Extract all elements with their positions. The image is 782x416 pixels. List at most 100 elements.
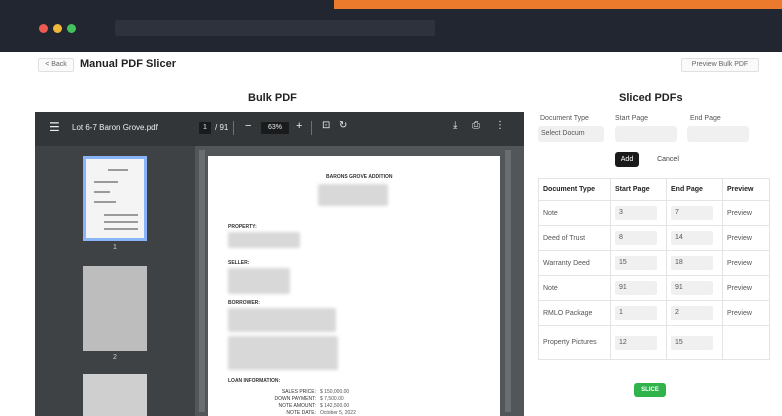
start-page-cell: 1 [610, 300, 667, 326]
table-row: Property Pictures 12 15 [538, 325, 770, 360]
accent-bar [334, 0, 782, 9]
pdf-loan-label: DOWN PAYMENT: [274, 396, 316, 402]
preview-link[interactable]: Preview [722, 250, 770, 276]
pdf-loan-label: NOTE DATE: [286, 410, 316, 416]
close-window-icon[interactable] [39, 24, 48, 33]
start-page-field[interactable]: 15 [615, 256, 657, 270]
start-page-field[interactable]: 8 [615, 231, 657, 245]
pdf-borrower-label: BORROWER: [228, 300, 260, 306]
toolbar-divider [233, 121, 234, 135]
document-type-cell: Deed of Trust [538, 225, 611, 251]
table-row: Note 91 91 Preview [538, 275, 770, 301]
page-count: / 91 [215, 123, 229, 132]
thumbnail-sidebar: 1 2 [35, 146, 195, 416]
document-type-cell: Note [538, 275, 611, 301]
sliced-pdfs-title: Sliced PDFs [619, 92, 683, 104]
minimize-window-icon[interactable] [53, 24, 62, 33]
redacted-text [318, 184, 388, 206]
thumb-line [104, 221, 138, 223]
pdf-viewer: ☰ Lot 6-7 Baron Grove.pdf 1 / 91 − 63% +… [35, 112, 524, 416]
fit-page-icon[interactable]: ⊡ [322, 120, 330, 131]
document-type-cell: Warranty Deed [538, 250, 611, 276]
more-options-icon[interactable]: ⋮ [495, 120, 505, 131]
pdf-loan-info-label: LOAN INFORMATION: [228, 378, 281, 384]
toolbar-divider [311, 121, 312, 135]
end-page-input[interactable] [687, 126, 749, 142]
start-page-label: Start Page [615, 115, 649, 122]
page-number-input[interactable]: 1 [199, 122, 211, 134]
menu-icon[interactable]: ☰ [49, 120, 60, 134]
end-page-label: End Page [690, 115, 721, 122]
start-page-field[interactable]: 12 [615, 335, 657, 350]
thumb-line [104, 228, 138, 230]
document-type-label: Document Type [540, 115, 589, 122]
pdf-loan-value: $ 150,000.00 [320, 389, 350, 395]
table-row: RMLO Package 1 2 Preview [538, 300, 770, 326]
preview-link[interactable]: Preview [722, 275, 770, 301]
end-page-field[interactable]: 14 [671, 231, 713, 245]
thumbnail-number: 1 [113, 244, 117, 251]
pdf-toolbar: ☰ Lot 6-7 Baron Grove.pdf 1 / 91 − 63% +… [35, 112, 524, 146]
zoom-input[interactable]: 63% [261, 122, 289, 134]
start-page-cell: 15 [610, 250, 667, 276]
column-header-end-page: End Page [666, 178, 723, 201]
maximize-window-icon[interactable] [67, 24, 76, 33]
back-button[interactable]: < Back [38, 58, 74, 72]
cancel-button[interactable]: Cancel [652, 152, 684, 167]
start-page-cell: 8 [610, 225, 667, 251]
slice-button[interactable]: SLICE [634, 383, 666, 397]
preview-link[interactable]: Preview [722, 300, 770, 326]
pdf-property-label: PROPERTY: [228, 224, 257, 230]
zoom-out-icon[interactable]: − [245, 120, 251, 132]
bulk-pdf-title: Bulk PDF [248, 92, 297, 104]
start-page-field[interactable]: 3 [615, 206, 657, 220]
column-header-document-type: Document Type [538, 178, 611, 201]
table-row: Deed of Trust 8 14 Preview [538, 225, 770, 251]
address-bar[interactable] [115, 20, 435, 36]
add-button[interactable]: Add [615, 152, 639, 167]
pdf-loan-label: NOTE AMOUNT: [278, 403, 316, 409]
start-page-input[interactable] [615, 126, 677, 142]
end-page-field[interactable]: 7 [671, 206, 713, 220]
document-scrollbar[interactable] [505, 150, 511, 412]
page-title: Manual PDF Slicer [80, 58, 176, 70]
browser-chrome [0, 0, 782, 52]
page-thumbnail[interactable] [83, 156, 147, 241]
end-page-field[interactable]: 91 [671, 281, 713, 295]
start-page-cell: 12 [610, 325, 667, 360]
end-page-field[interactable]: 15 [671, 335, 713, 350]
document-type-select[interactable]: Select Docum [538, 126, 604, 142]
preview-link[interactable]: Preview [722, 225, 770, 251]
column-header-preview: Preview [722, 178, 770, 201]
zoom-in-icon[interactable]: + [296, 120, 302, 132]
preview-link[interactable]: Preview [722, 200, 770, 226]
end-page-cell: 15 [666, 325, 723, 360]
sliced-pdfs-table: Document Type Start Page End Page Previe… [538, 178, 770, 360]
page-thumbnail[interactable] [83, 266, 147, 351]
download-icon[interactable]: ⤓ [453, 120, 457, 131]
end-page-cell: 7 [666, 200, 723, 226]
thumb-line [104, 214, 138, 216]
redacted-text [228, 308, 336, 332]
pdf-loan-value: $ 7,500.00 [320, 396, 344, 402]
end-page-cell: 91 [666, 275, 723, 301]
pdf-loan-value: October 5, 2022 [320, 410, 356, 416]
redacted-text [228, 268, 290, 294]
pdf-loan-value: $ 142,500.00 [320, 403, 350, 409]
start-page-field[interactable]: 1 [615, 306, 657, 320]
column-header-start-page: Start Page [610, 178, 667, 201]
preview-link[interactable] [722, 325, 770, 360]
print-icon[interactable]: ⎙ [472, 120, 480, 131]
start-page-cell: 91 [610, 275, 667, 301]
thumb-line [94, 201, 116, 203]
page-thumbnail[interactable] [83, 374, 147, 416]
end-page-cell: 14 [666, 225, 723, 251]
preview-bulk-pdf-button[interactable]: Preview Bulk PDF [681, 58, 759, 72]
thumbnail-scrollbar[interactable] [199, 150, 205, 412]
end-page-field[interactable]: 2 [671, 306, 713, 320]
document-type-cell: Note [538, 200, 611, 226]
rotate-icon[interactable]: ↻ [339, 120, 347, 131]
start-page-field[interactable]: 91 [615, 281, 657, 295]
end-page-field[interactable]: 18 [671, 256, 713, 270]
redacted-text [228, 336, 338, 370]
